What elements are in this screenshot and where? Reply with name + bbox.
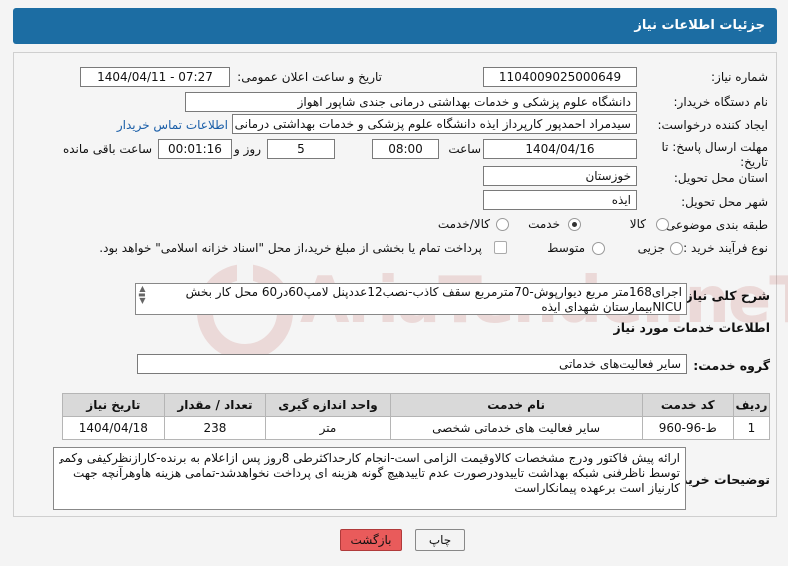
cell-service-name: سایر فعالیت های خدماتی شخصی: [389, 416, 643, 440]
col-quantity: تعداد / مقدار: [163, 393, 267, 417]
need-number-label: شماره نیاز:: [711, 70, 768, 84]
description-line-1: اجرای168متر مربع دیوارپوش-70مترمربع سقف …: [185, 285, 682, 299]
service-group-label: گروه خدمت:: [693, 358, 770, 373]
col-service-name: نام خدمت: [389, 393, 643, 417]
services-section-title: اطلاعات خدمات مورد نیاز: [613, 320, 771, 335]
service-group-field: سایر فعالیت‌های خدماتی: [137, 354, 687, 374]
category-option-service: خدمت: [528, 217, 560, 231]
days-field: 5: [267, 139, 335, 159]
buyer-notes-line-1: ارائه پیش فاکتور ودرج مشخصات کالاوقیمت ا…: [59, 451, 680, 465]
treasury-payment-checkbox[interactable]: [494, 241, 507, 254]
page-title: جزئیات اطلاعات نیاز: [634, 18, 765, 33]
scroll-arrows-icon[interactable]: ▲ ▬ ▼: [138, 285, 146, 305]
description-label: شرح کلی نیاز:: [680, 288, 770, 303]
buyer-notes-line-2: توسط ناظرفنی شبکه بهداشت تاییدودرصورت عد…: [72, 466, 680, 480]
process-radio-medium[interactable]: [592, 242, 605, 255]
cell-unit: متر: [265, 416, 391, 440]
deadline-label: مهلت ارسال پاسخ: تا: [661, 140, 768, 154]
table-row: 1 ط-96-960 سایر فعالیت های خدماتی شخصی م…: [62, 416, 771, 440]
cell-quantity: 238: [163, 416, 267, 440]
process-option-minor: جزیی: [637, 241, 665, 255]
description-line-2: NICUبیمارستان شهدای ایذه: [541, 300, 682, 314]
days-label: روز و: [234, 142, 261, 156]
category-radio-goods[interactable]: [656, 218, 669, 231]
col-row-number: ردیف: [732, 393, 771, 417]
print-button[interactable]: چاپ: [415, 529, 465, 551]
process-radio-minor[interactable]: [670, 242, 683, 255]
city-label: شهر محل تحویل:: [681, 195, 768, 209]
announce-date-label: تاریخ و ساعت اعلان عمومی:: [237, 70, 382, 84]
creator-label: ایجاد کننده درخواست:: [657, 118, 768, 132]
creator-field: سیدمراد احمدپور کارپرداز ایذه دانشگاه عل…: [232, 114, 637, 134]
buyer-org-label: نام دستگاه خریدار:: [673, 95, 769, 109]
remaining-time-field: 00:01:16: [158, 139, 232, 159]
buyer-org-field: دانشگاه علوم پزشکی و خدمات بهداشتی درمان…: [185, 92, 637, 112]
category-option-goods-service: کالا/خدمت: [437, 217, 490, 231]
col-service-code: کد خدمت: [641, 393, 734, 417]
process-option-medium: متوسط: [547, 241, 585, 255]
buyer-notes-line-3: کارنیاز است برعهده پیمانکاراست: [514, 481, 680, 495]
category-label: طبقه بندی موضوعی:: [661, 218, 768, 232]
buyer-contact-link[interactable]: اطلاعات تماس خریدار: [117, 118, 228, 132]
col-unit: واحد اندازه گیری: [265, 393, 391, 417]
page-header: جزئیات اطلاعات نیاز: [13, 8, 777, 44]
table-header-row: ردیف کد خدمت نام خدمت واحد اندازه گیری ت…: [62, 393, 771, 417]
cell-row-number: 1: [732, 416, 771, 440]
need-number-field: 1104009025000649: [483, 67, 637, 87]
announce-date-field: 1404/04/11 - 07:27: [80, 67, 230, 87]
deadline-date-label: تاریخ:: [740, 155, 768, 169]
category-radio-service[interactable]: [568, 218, 581, 231]
deadline-time-field: 08:00: [372, 139, 439, 159]
deadline-time-label: ساعت: [448, 142, 481, 156]
treasury-payment-note: پرداخت تمام یا بخشی از مبلغ خرید،از محل …: [99, 241, 482, 255]
description-textarea[interactable]: اجرای168متر مربع دیوارپوش-70مترمربع سقف …: [135, 283, 687, 315]
category-option-goods: کالا: [629, 217, 646, 231]
province-label: استان محل تحویل:: [673, 171, 768, 185]
back-button[interactable]: بازگشت: [340, 529, 402, 551]
buyer-notes-textarea[interactable]: ارائه پیش فاکتور ودرج مشخصات کالاوقیمت ا…: [53, 447, 686, 510]
col-need-date: تاریخ نیاز: [62, 393, 165, 417]
services-table: ردیف کد خدمت نام خدمت واحد اندازه گیری ت…: [62, 393, 771, 440]
deadline-date-field: 1404/04/16: [483, 139, 637, 159]
province-field: خوزستان: [483, 166, 637, 186]
cell-need-date: 1404/04/18: [62, 416, 165, 440]
process-label: نوع فرآیند خرید :: [683, 241, 768, 255]
remaining-time-label: ساعت باقی مانده: [62, 142, 152, 156]
cell-service-code: ط-96-960: [641, 416, 734, 440]
city-field: ایذه: [483, 190, 637, 210]
category-radio-goods-service[interactable]: [496, 218, 509, 231]
